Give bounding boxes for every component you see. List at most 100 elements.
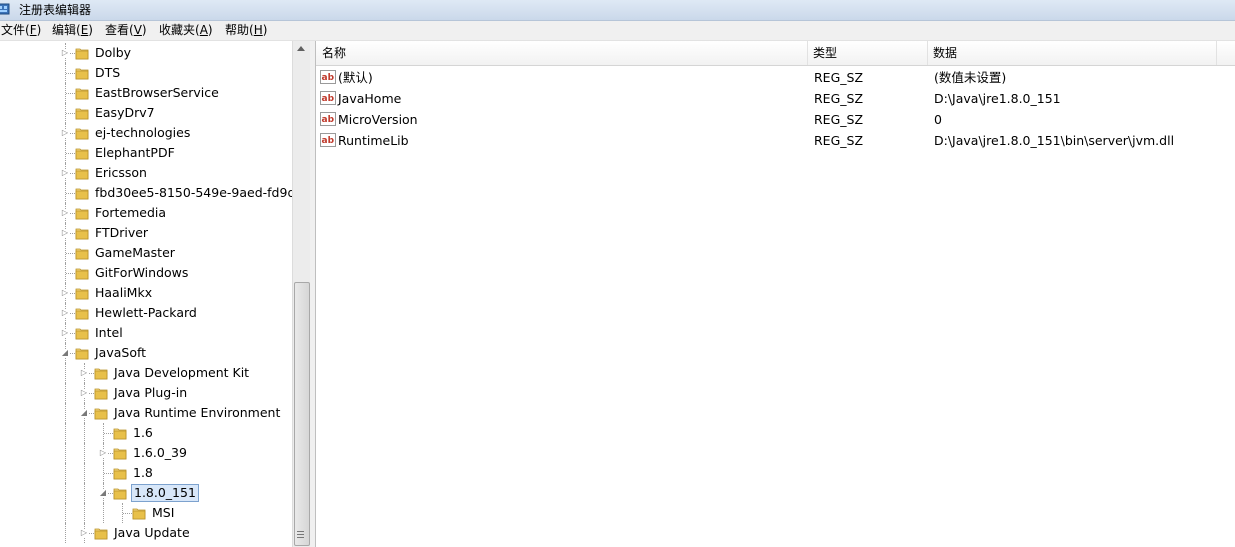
tree-item-label: 1.8.0_151 (131, 484, 199, 502)
expand-arrow-icon[interactable]: ▷ (80, 369, 88, 377)
value-type: REG_SZ (814, 112, 864, 127)
value-data: D:\Java\jre1.8.0_151 (934, 91, 1061, 106)
tree-item[interactable]: ▷ Java Plug-in (0, 383, 292, 403)
folder-icon (75, 168, 89, 180)
tree-item[interactable]: GameMaster (0, 243, 292, 263)
tree-item[interactable]: ◢ Java Runtime Environment (0, 403, 292, 423)
tree-guide-line (65, 383, 66, 403)
tree-item[interactable]: ▷ Java Update (0, 523, 292, 543)
column-divider[interactable] (807, 41, 808, 65)
list-row[interactable]: ab RuntimeLib REG_SZ D:\Java\jre1.8.0_151\b… (316, 130, 1235, 151)
tree-item[interactable]: GitForWindows (0, 263, 292, 283)
column-header-name[interactable]: 名称 (322, 46, 346, 61)
folder-icon (132, 508, 146, 520)
column-header-type[interactable]: 类型 (813, 46, 837, 61)
tree-guide-line (84, 483, 85, 503)
value-data: D:\Java\jre1.8.0_151\bin\server\jvm.dll (934, 133, 1175, 148)
collapse-arrow-icon[interactable]: ◢ (99, 489, 107, 497)
expand-arrow-icon[interactable]: ▷ (61, 329, 69, 337)
tree-item[interactable]: 1.8 (0, 463, 292, 483)
values-list[interactable]: 名称 类型 数据 ab (默认) REG_SZ (数值未设置) ab JavaHome RE… (316, 41, 1235, 547)
collapse-arrow-icon[interactable]: ◢ (61, 349, 69, 357)
tree-item[interactable]: ▷ 1.6.0_39 (0, 443, 292, 463)
scrollbar-thumb[interactable] (294, 282, 310, 546)
svg-text:ab: ab (322, 136, 335, 146)
value-name: (默认) (338, 70, 373, 85)
expand-arrow-icon[interactable]: ▷ (61, 209, 69, 217)
tree-item[interactable]: ▷ Fortemedia (0, 203, 292, 223)
tree-item[interactable]: ▷ FTDriver (0, 223, 292, 243)
column-divider[interactable] (1216, 41, 1217, 65)
menu-item[interactable]: 文件(F) (1, 23, 41, 38)
column-divider[interactable] (927, 41, 928, 65)
tree-item[interactable]: 1.6 (0, 423, 292, 443)
expand-arrow-icon[interactable]: ▷ (61, 289, 69, 297)
tree-item[interactable]: ElephantPDF (0, 143, 292, 163)
column-header-data[interactable]: 数据 (933, 46, 957, 61)
expand-arrow-icon[interactable]: ▷ (99, 449, 107, 457)
tree-item[interactable]: ◢ JavaSoft (0, 343, 292, 363)
menu-item[interactable]: 查看(V) (105, 23, 147, 38)
menu-item[interactable]: 收藏夹(A) (159, 23, 213, 38)
tree-guide-line (65, 363, 66, 383)
folder-icon (113, 488, 127, 500)
menu-item[interactable]: 编辑(E) (52, 23, 93, 38)
tree-item[interactable]: ▷ Dolby (0, 43, 292, 63)
value-type: REG_SZ (814, 91, 864, 106)
title-bar: 注册表编辑器 (0, 0, 1235, 21)
tree-item[interactable]: ▷ Java Development Kit (0, 363, 292, 383)
collapse-arrow-icon[interactable]: ◢ (80, 409, 88, 417)
folder-icon (75, 188, 89, 200)
folder-icon (75, 248, 89, 260)
folder-icon (75, 208, 89, 220)
tree-item-label: Ericsson (95, 165, 147, 180)
expand-arrow-icon[interactable]: ▷ (61, 309, 69, 317)
tree-item[interactable]: EastBrowserService (0, 83, 292, 103)
tree-item[interactable]: ▷ Ericsson (0, 163, 292, 183)
tree-item[interactable]: DTS (0, 63, 292, 83)
expand-arrow-icon[interactable]: ▷ (80, 529, 88, 537)
list-row[interactable]: ab (默认) REG_SZ (数值未设置) (316, 67, 1235, 88)
tree-item-label: GitForWindows (95, 265, 189, 280)
svg-text:ab: ab (322, 94, 335, 104)
tree-guide-line (84, 503, 85, 523)
tree-item[interactable]: ▷ ej-technologies (0, 123, 292, 143)
expand-arrow-icon[interactable]: ▷ (80, 389, 88, 397)
list-row[interactable]: ab MicroVersion REG_SZ 0 (316, 109, 1235, 130)
tree-item[interactable]: ▷ Intel (0, 323, 292, 343)
tree-guide-line (65, 523, 66, 543)
tree-item[interactable]: fbd30ee5-8150-549e-9aed-fd9d44 (0, 183, 292, 203)
menu-item[interactable]: 帮助(H) (225, 23, 267, 38)
folder-icon (113, 468, 127, 480)
tree-item-label: Intel (95, 325, 123, 340)
expand-arrow-icon[interactable]: ▷ (61, 229, 69, 237)
tree-item-label: Fortemedia (95, 205, 167, 220)
tree-item-label: GameMaster (95, 245, 175, 260)
list-row[interactable]: ab JavaHome REG_SZ D:\Java\jre1.8.0_151 (316, 88, 1235, 109)
tree-item[interactable]: ▷ HaaliMkx (0, 283, 292, 303)
tree-vertical-scrollbar[interactable] (292, 41, 310, 547)
tree-item-label: 1.6 (133, 425, 153, 440)
folder-icon (113, 428, 127, 440)
tree-item[interactable]: MSI (0, 503, 292, 523)
tree-item-label: Java Update (114, 525, 190, 540)
tree-item[interactable]: ▷ Hewlett-Packard (0, 303, 292, 323)
expand-arrow-icon[interactable]: ▷ (61, 169, 69, 177)
tree-guide-line (103, 503, 104, 523)
menu-bar: 文件(F) 编辑(E) 查看(V) 收藏夹(A) 帮助(H) (0, 21, 1235, 41)
folder-icon (75, 108, 89, 120)
expand-arrow-icon[interactable]: ▷ (61, 49, 69, 57)
registry-tree[interactable]: ▷ Dolby DTS EastBrowserService EasyDrv7 ▷ ej-t… (0, 41, 292, 547)
tree-item[interactable]: EasyDrv7 (0, 103, 292, 123)
reg-string-icon: ab (320, 70, 336, 84)
list-header: 名称 类型 数据 (316, 41, 1235, 66)
tree-item-label: EasyDrv7 (95, 105, 155, 120)
tree-item-label: JavaSoft (95, 345, 147, 360)
expand-arrow-icon[interactable]: ▷ (61, 129, 69, 137)
tree-item-label: EastBrowserService (95, 85, 219, 100)
value-name: MicroVersion (338, 112, 418, 127)
folder-icon (75, 148, 89, 160)
tree-item[interactable]: ◢ 1.8.0_151 (0, 483, 292, 503)
scroll-up-arrow-icon[interactable] (297, 46, 305, 51)
tree-item-label: HaaliMkx (95, 285, 153, 300)
